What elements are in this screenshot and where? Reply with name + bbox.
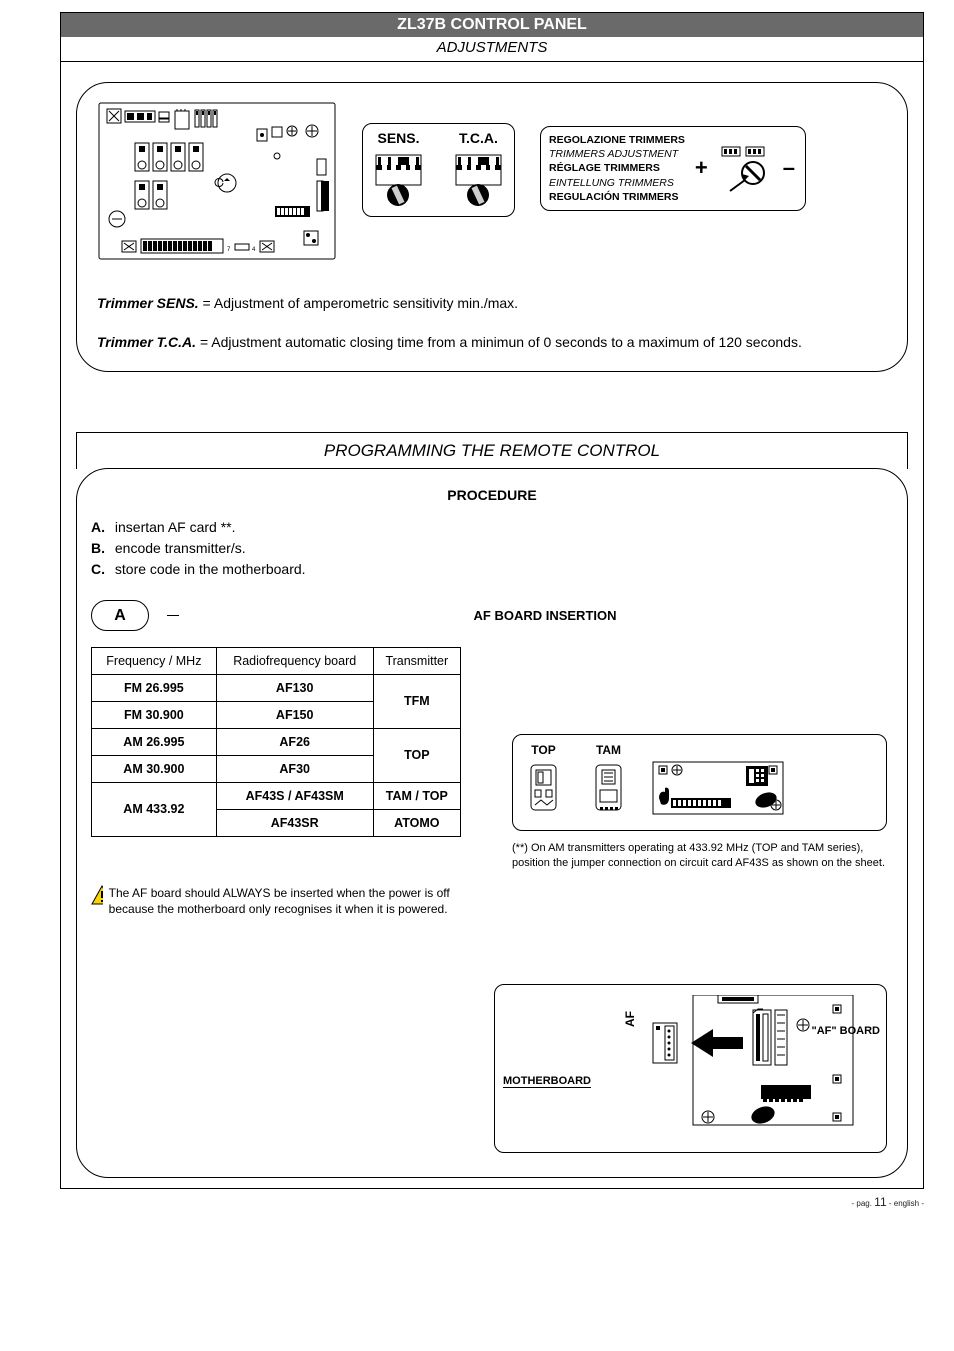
af-board-label: "AF" BOARD xyxy=(812,1025,880,1037)
legend-box: REGOLAZIONE TRIMMERS TRIMMERS ADJUSTMENT… xyxy=(540,126,806,211)
top-tam-box: TOP TAM xyxy=(512,734,887,871)
subtitle: ADJUSTMENTS xyxy=(61,37,923,62)
af-insertion-header: A AF BOARD INSERTION xyxy=(91,600,893,631)
procedure-steps: A. insertan AF card **. B. encode transm… xyxy=(91,517,893,580)
remote-panel: PROCEDURE A. insertan AF card **. B. enc… xyxy=(76,468,908,1178)
legend-text: REGOLAZIONE TRIMMERS TRIMMERS ADJUSTMENT… xyxy=(549,133,685,204)
top-remote-icon xyxy=(521,760,566,815)
warning-icon xyxy=(91,885,103,905)
procedure-title: PROCEDURE xyxy=(91,487,893,503)
tca-trimmer-icon xyxy=(451,150,506,210)
motherboard-diagram: AF "AF" BOARD MOTHERBOARD xyxy=(494,984,887,1153)
tam-remote-icon xyxy=(586,760,631,815)
content: 7 4 SENS. xyxy=(61,62,923,1188)
th-frequency: Frequency / MHz xyxy=(92,647,217,674)
title-bar: ZL37B CONTROL PANEL xyxy=(61,13,923,37)
pcb-schematic: 7 4 xyxy=(97,101,337,266)
am-footnote: (**) On AM transmitters operating at 433… xyxy=(512,841,887,871)
remote-section-title: PROGRAMMING THE REMOTE CONTROL xyxy=(76,432,908,469)
plus-sign: + xyxy=(695,155,708,181)
tca-label: T.C.A. xyxy=(459,130,498,146)
frequency-table: Frequency / MHz Radiofrequency board Tra… xyxy=(91,647,461,837)
sens-label: SENS. xyxy=(377,130,419,146)
oval-a-label: A xyxy=(91,600,149,631)
page-frame: ZL37B CONTROL PANEL ADJUSTMENTS xyxy=(60,12,924,1189)
th-transmitter: Transmitter xyxy=(373,647,460,674)
af43s-board-icon xyxy=(651,760,786,820)
motherboard-label: MOTHERBOARD xyxy=(503,1075,591,1088)
warning-note: The AF board should ALWAYS be inserted w… xyxy=(91,885,471,917)
th-board: Radiofrequency board xyxy=(216,647,373,674)
minus-sign: – xyxy=(783,155,795,181)
trimmer-descriptions: Trimmer SENS. = Adjustment of amperometr… xyxy=(97,294,887,353)
screwdriver-trimmer-icon xyxy=(718,143,773,193)
page-footer: - pag. 11 - english - xyxy=(0,1195,924,1209)
sens-trimmer-icon xyxy=(371,150,426,210)
af-vertical-label: AF xyxy=(623,1011,637,1027)
trimmer-box: SENS. T.C.A. xyxy=(362,123,515,217)
adjustments-panel: 7 4 SENS. xyxy=(76,82,908,372)
